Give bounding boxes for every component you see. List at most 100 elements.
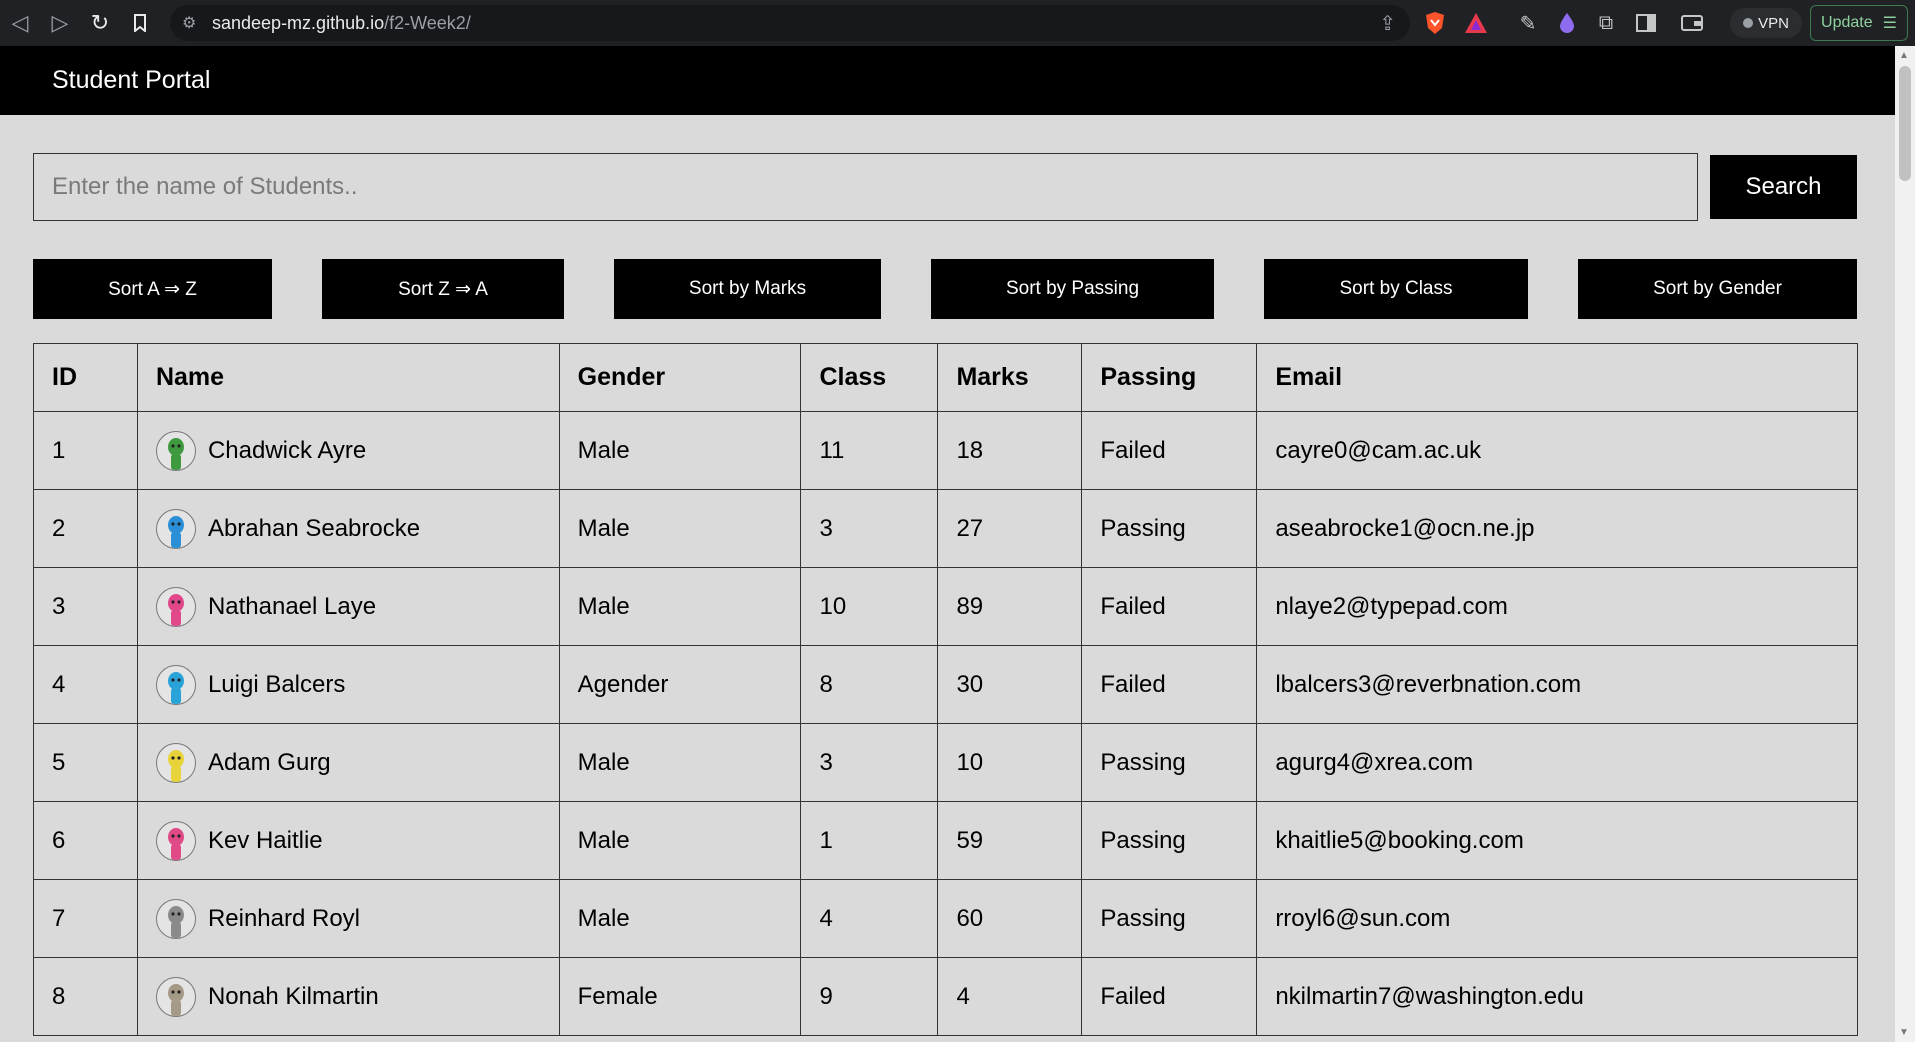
address-bar[interactable]: ⚙ sandeep-mz.github.io/f2-Week2/ ⇪ <box>170 5 1410 41</box>
wallet-icon[interactable] <box>1677 8 1707 38</box>
cell-email: lbalcers3@reverbnation.com <box>1256 645 1858 724</box>
cell-email: aseabrocke1@ocn.ne.jp <box>1256 489 1858 568</box>
table-header-row: ID Name Gender Class Marks Passing Email <box>33 343 1858 412</box>
avatar-icon <box>155 586 196 627</box>
cell-gender: Male <box>558 567 802 646</box>
sort-by-gender-button[interactable]: Sort by Gender <box>1578 259 1857 319</box>
column-header-passing[interactable]: Passing <box>1081 343 1258 412</box>
page-scrollbar[interactable]: ▲ ▼ <box>1895 46 1915 1042</box>
search-button[interactable]: Search <box>1710 155 1857 219</box>
cell-gender: Agender <box>558 645 802 724</box>
vpn-button[interactable]: VPN <box>1730 8 1802 38</box>
table-row[interactable]: 8 Nonah Kilmartin Female 9 4 Failed nkilmartin… <box>33 957 1858 1036</box>
cell-class: 3 <box>800 723 939 802</box>
brave-rewards-icon[interactable] <box>1461 8 1491 38</box>
cell-email: cayre0@cam.ac.uk <box>1256 411 1858 490</box>
cell-email: rroyl6@sun.com <box>1256 879 1858 958</box>
cell-name: Adam Gurg <box>136 723 560 802</box>
cell-name: Abrahan Seabrocke <box>136 489 560 568</box>
student-name: Reinhard Royl <box>207 904 361 932</box>
avatar-icon <box>155 508 196 549</box>
cell-id: 1 <box>33 411 138 490</box>
sidebar-toggle-icon[interactable] <box>1631 8 1661 38</box>
cell-id: 7 <box>33 879 138 958</box>
student-name-wrapper: Adam Gurg <box>155 742 541 783</box>
column-header-id[interactable]: ID <box>33 343 138 412</box>
cell-gender: Male <box>558 879 802 958</box>
browser-toolbar: ◁ ▷ ↻ ⚙ sandeep-mz.github.io/f2-Week2/ ⇪… <box>0 0 1915 46</box>
table-row[interactable]: 6 Kev Haitlie Male 1 59 Passing khaitlie5@book… <box>33 801 1858 880</box>
student-name: Nathanael Laye <box>207 592 377 620</box>
cell-passing: Passing <box>1081 879 1258 958</box>
student-name-wrapper: Nonah Kilmartin <box>155 976 541 1017</box>
cell-marks: 59 <box>937 801 1083 880</box>
sort-z-a-button[interactable]: Sort Z ⇒ A <box>322 259 564 319</box>
forward-icon[interactable]: ▷ <box>40 0 80 46</box>
cell-gender: Male <box>558 489 802 568</box>
cell-id: 2 <box>33 489 138 568</box>
cell-name: Chadwick Ayre <box>136 411 560 490</box>
students-table: ID Name Gender Class Marks Passing Email… <box>33 343 1858 1036</box>
student-name: Kev Haitlie <box>207 826 323 854</box>
column-header-gender[interactable]: Gender <box>558 343 802 412</box>
table-row[interactable]: 1 Chadwick Ayre Male 11 18 Failed cayre0@cam.a… <box>33 411 1858 490</box>
cell-id: 6 <box>33 801 138 880</box>
sort-by-marks-button[interactable]: Sort by Marks <box>614 259 881 319</box>
avatar-icon <box>155 820 196 861</box>
student-name: Abrahan Seabrocke <box>207 514 421 542</box>
column-header-class[interactable]: Class <box>800 343 939 412</box>
reload-icon[interactable]: ↻ <box>80 0 120 46</box>
site-title: Student Portal <box>52 66 211 94</box>
extensions-puzzle-icon[interactable]: ⧉ <box>1591 8 1621 38</box>
cell-email: khaitlie5@booking.com <box>1256 801 1858 880</box>
drop-extension-icon[interactable] <box>1552 8 1582 38</box>
student-name-wrapper: Reinhard Royl <box>155 898 541 939</box>
cell-name: Kev Haitlie <box>136 801 560 880</box>
student-name: Nonah Kilmartin <box>207 982 379 1010</box>
table-row[interactable]: 7 Reinhard Royl Male 4 60 Passing rroyl6@sun.c… <box>33 879 1858 958</box>
cell-class: 9 <box>800 957 939 1036</box>
table-row[interactable]: 4 Luigi Balcers Agender 8 30 Failed lbalcers3@… <box>33 645 1858 724</box>
bookmark-icon[interactable] <box>120 0 160 46</box>
avatar-icon <box>155 430 196 471</box>
scrollbar-thumb[interactable] <box>1899 66 1911 181</box>
cell-class: 4 <box>800 879 939 958</box>
sort-by-passing-button[interactable]: Sort by Passing <box>931 259 1214 319</box>
avatar-icon <box>155 898 196 939</box>
cell-marks: 89 <box>937 567 1083 646</box>
sort-a-z-button[interactable]: Sort A ⇒ Z <box>33 259 272 319</box>
student-name-wrapper: Kev Haitlie <box>155 820 541 861</box>
brave-shield-icon[interactable] <box>1420 8 1450 38</box>
sort-by-class-button[interactable]: Sort by Class <box>1264 259 1528 319</box>
search-input[interactable] <box>33 153 1698 221</box>
cell-passing: Passing <box>1081 489 1258 568</box>
cell-marks: 4 <box>937 957 1083 1036</box>
table-row[interactable]: 3 Nathanael Laye Male 10 89 Failed nlaye2@type… <box>33 567 1858 646</box>
cell-name: Reinhard Royl <box>136 879 560 958</box>
cell-passing: Passing <box>1081 801 1258 880</box>
student-name: Luigi Balcers <box>207 670 346 698</box>
student-name-wrapper: Luigi Balcers <box>155 664 541 705</box>
back-icon[interactable]: ◁ <box>0 0 40 46</box>
column-header-name[interactable]: Name <box>136 343 560 412</box>
student-name: Adam Gurg <box>207 748 331 776</box>
cell-name: Nathanael Laye <box>136 567 560 646</box>
column-header-email[interactable]: Email <box>1256 343 1858 412</box>
scroll-up-icon[interactable]: ▲ <box>1899 50 1909 61</box>
table-row[interactable]: 2 Abrahan Seabrocke Male 3 27 Passing aseabroc… <box>33 489 1858 568</box>
scroll-down-icon[interactable]: ▼ <box>1899 1027 1909 1038</box>
cell-marks: 27 <box>937 489 1083 568</box>
cell-id: 4 <box>33 645 138 724</box>
table-row[interactable]: 5 Adam Gurg Male 3 10 Passing agurg4@xrea.com <box>33 723 1858 802</box>
cell-class: 8 <box>800 645 939 724</box>
column-header-marks[interactable]: Marks <box>937 343 1083 412</box>
avatar-icon <box>155 976 196 1017</box>
student-name-wrapper: Nathanael Laye <box>155 586 541 627</box>
cell-passing: Failed <box>1081 411 1258 490</box>
update-button[interactable]: Update ☰ <box>1810 5 1908 41</box>
student-name-wrapper: Chadwick Ayre <box>155 430 541 471</box>
cell-marks: 60 <box>937 879 1083 958</box>
site-settings-icon[interactable]: ⚙ <box>182 13 212 33</box>
share-icon[interactable]: ⇪ <box>1379 11 1396 36</box>
extension-pen-icon[interactable]: ✎ <box>1513 8 1543 38</box>
